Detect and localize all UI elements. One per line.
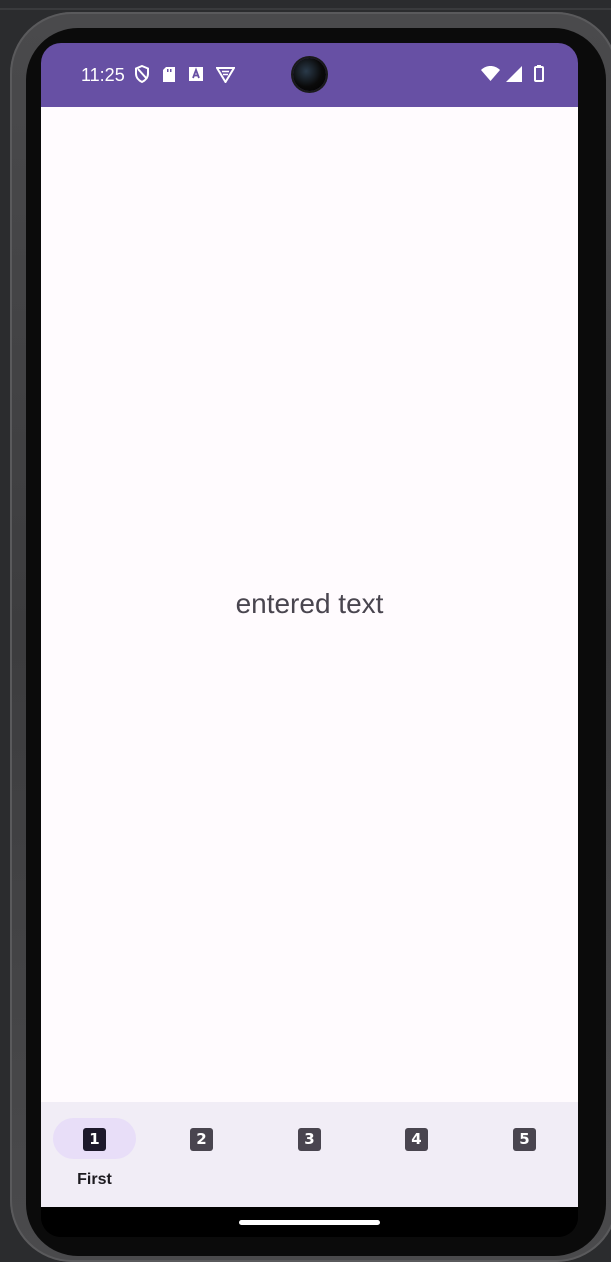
nav-item-label: First — [77, 1171, 112, 1188]
number-five-icon: 5 — [513, 1128, 536, 1151]
number-four-icon: 4 — [405, 1128, 428, 1151]
cell-signal-icon — [506, 65, 522, 87]
status-icons-left — [134, 64, 236, 88]
status-icons-right — [481, 65, 544, 87]
main-content: entered text — [41, 107, 578, 1102]
entered-text-display: entered text — [235, 588, 384, 619]
bottom-navigation-bar: 1 First 2 3 4 5 — [41, 1102, 578, 1207]
nav-item-5[interactable]: 5 — [471, 1102, 578, 1207]
status-bar: 11:25 — [41, 43, 578, 107]
sd-card-icon — [162, 66, 176, 88]
nav-item-4[interactable]: 4 — [363, 1102, 470, 1207]
battery-icon — [534, 65, 544, 87]
font-a-icon — [188, 66, 204, 87]
number-two-icon: 2 — [190, 1128, 213, 1151]
wifi-icon — [481, 66, 500, 86]
number-three-icon: 3 — [298, 1128, 321, 1151]
nav-item-first[interactable]: 1 First — [41, 1102, 148, 1207]
status-time: 11:25 — [81, 65, 125, 85]
gesture-navigation-area — [41, 1207, 578, 1237]
shield-icon — [134, 64, 150, 88]
nav-item-2[interactable]: 2 — [148, 1102, 255, 1207]
number-one-icon: 1 — [83, 1128, 106, 1151]
vpn-shield-icon — [215, 66, 236, 88]
front-camera — [293, 58, 326, 91]
background-divider — [0, 8, 611, 10]
nav-item-3[interactable]: 3 — [256, 1102, 363, 1207]
gesture-handle[interactable] — [239, 1220, 380, 1225]
device-screen: 11:25 entered text 1 First 2 3 4 5 — [41, 43, 578, 1237]
